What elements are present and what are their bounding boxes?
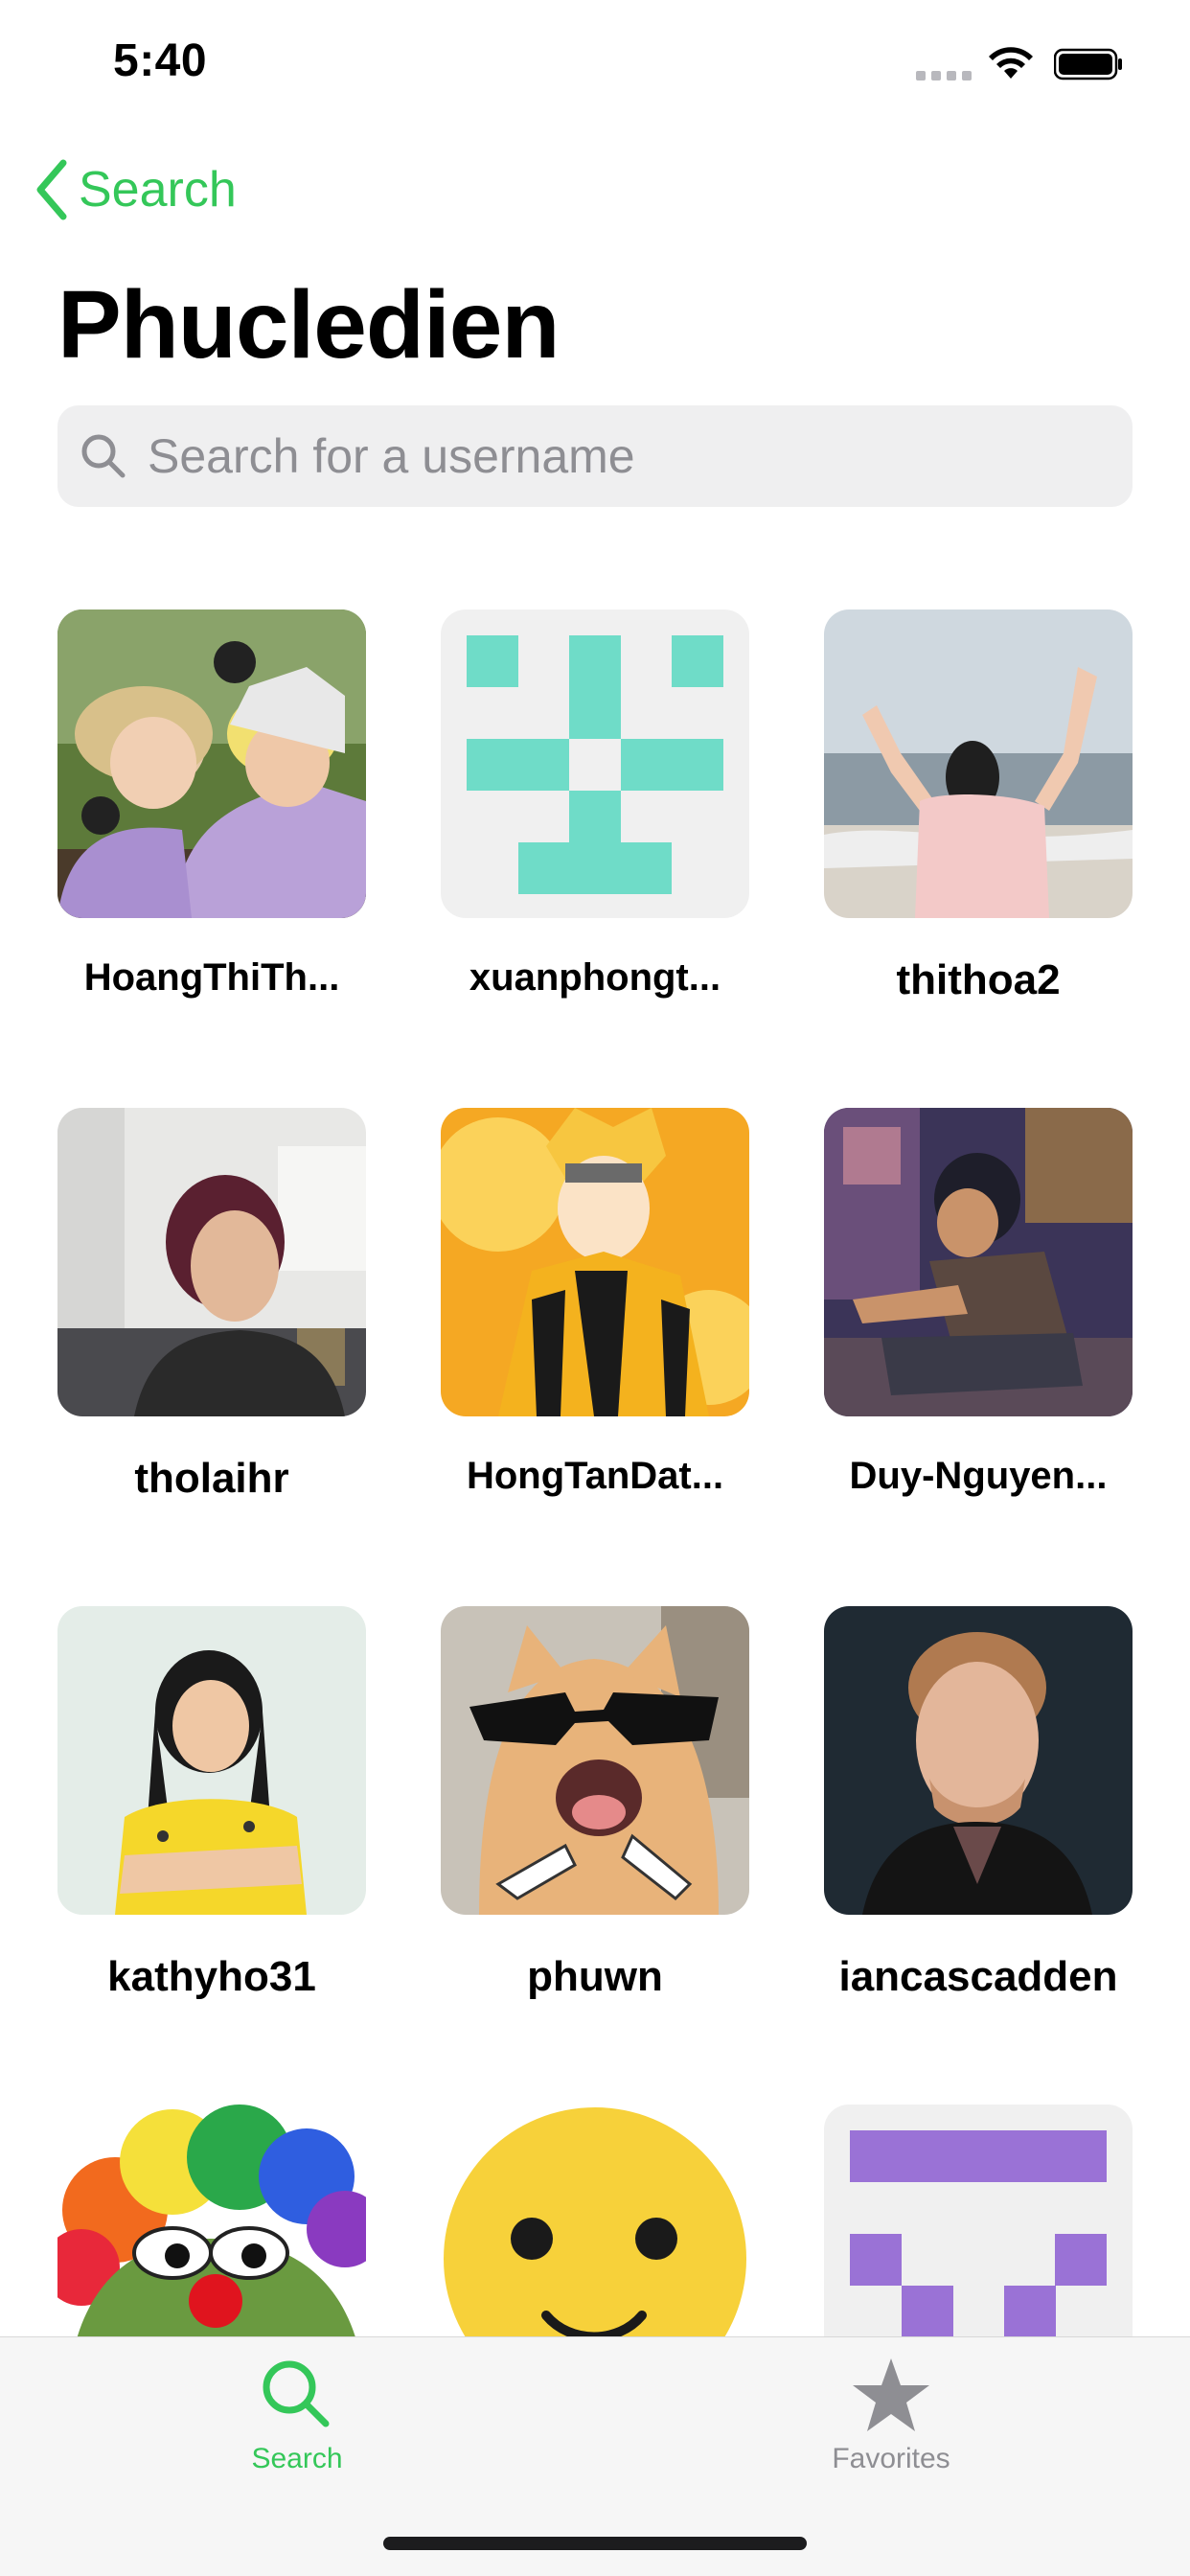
avatar — [441, 1606, 749, 1915]
search-input[interactable] — [148, 428, 1067, 484]
cellular-signal-icon — [916, 71, 972, 80]
avatar — [824, 1108, 1133, 1416]
username-label: xuanphongt... — [469, 956, 721, 999]
search-bar[interactable] — [57, 405, 1133, 507]
chevron-left-icon — [36, 159, 67, 220]
username-label: thithoa2 — [896, 956, 1061, 1003]
tab-label: Favorites — [832, 2443, 950, 2474]
user-cell[interactable]: kathyho31 — [57, 1606, 366, 2001]
username-label: Duy-Nguyen... — [849, 1455, 1108, 1497]
user-cell[interactable] — [824, 2104, 1133, 2336]
user-cell[interactable]: thithoa2 — [824, 610, 1133, 1004]
avatar — [824, 2104, 1133, 2336]
tab-favorites[interactable]: Favorites — [747, 2355, 1035, 2498]
avatar — [57, 1108, 366, 1416]
user-cell[interactable]: phuwn — [441, 1606, 749, 2001]
avatar — [57, 610, 366, 918]
user-cell[interactable]: HoangThiTh... — [57, 610, 366, 1000]
username-label: iancascadden — [838, 1953, 1118, 2000]
page-title: Phucledien — [57, 271, 560, 379]
search-icon — [263, 2360, 330, 2427]
avatar — [57, 2104, 366, 2336]
avatar — [824, 1606, 1133, 1915]
user-cell[interactable]: xuanphongt... — [441, 610, 749, 1000]
avatar — [441, 1108, 749, 1416]
username-label: tholaihr — [134, 1455, 289, 1502]
user-cell[interactable] — [57, 2104, 366, 2336]
avatar — [57, 1606, 366, 1915]
user-cell[interactable]: iancascadden — [824, 1606, 1133, 2001]
status-time: 5:40 — [113, 35, 208, 86]
avatar — [441, 610, 749, 918]
user-grid[interactable]: HoangThiTh... xuanphongt... thithoa2 tho… — [0, 537, 1190, 2336]
username-label: HoangThiTh... — [83, 956, 340, 999]
wifi-icon — [989, 47, 1033, 79]
user-cell[interactable]: HongTanDat... — [441, 1108, 749, 1498]
tab-search[interactable]: Search — [153, 2355, 441, 2498]
user-cell[interactable]: tholaihr — [57, 1108, 366, 1503]
username-label: phuwn — [527, 1953, 663, 2000]
battery-icon — [1054, 48, 1122, 80]
back-label: Search — [79, 162, 237, 218]
username-label: kathyho31 — [107, 1953, 316, 2000]
back-button[interactable]: Search — [34, 153, 237, 226]
avatar — [441, 2104, 749, 2336]
user-cell[interactable]: Duy-Nguyen... — [824, 1108, 1133, 1498]
status-bar: 5:40 — [0, 0, 1190, 126]
tab-label: Search — [251, 2443, 343, 2474]
username-label: HongTanDat... — [466, 1455, 724, 1497]
user-cell[interactable] — [441, 2104, 749, 2336]
search-icon — [81, 434, 126, 478]
avatar — [824, 610, 1133, 918]
star-icon — [853, 2358, 929, 2431]
home-indicator — [383, 2537, 807, 2550]
